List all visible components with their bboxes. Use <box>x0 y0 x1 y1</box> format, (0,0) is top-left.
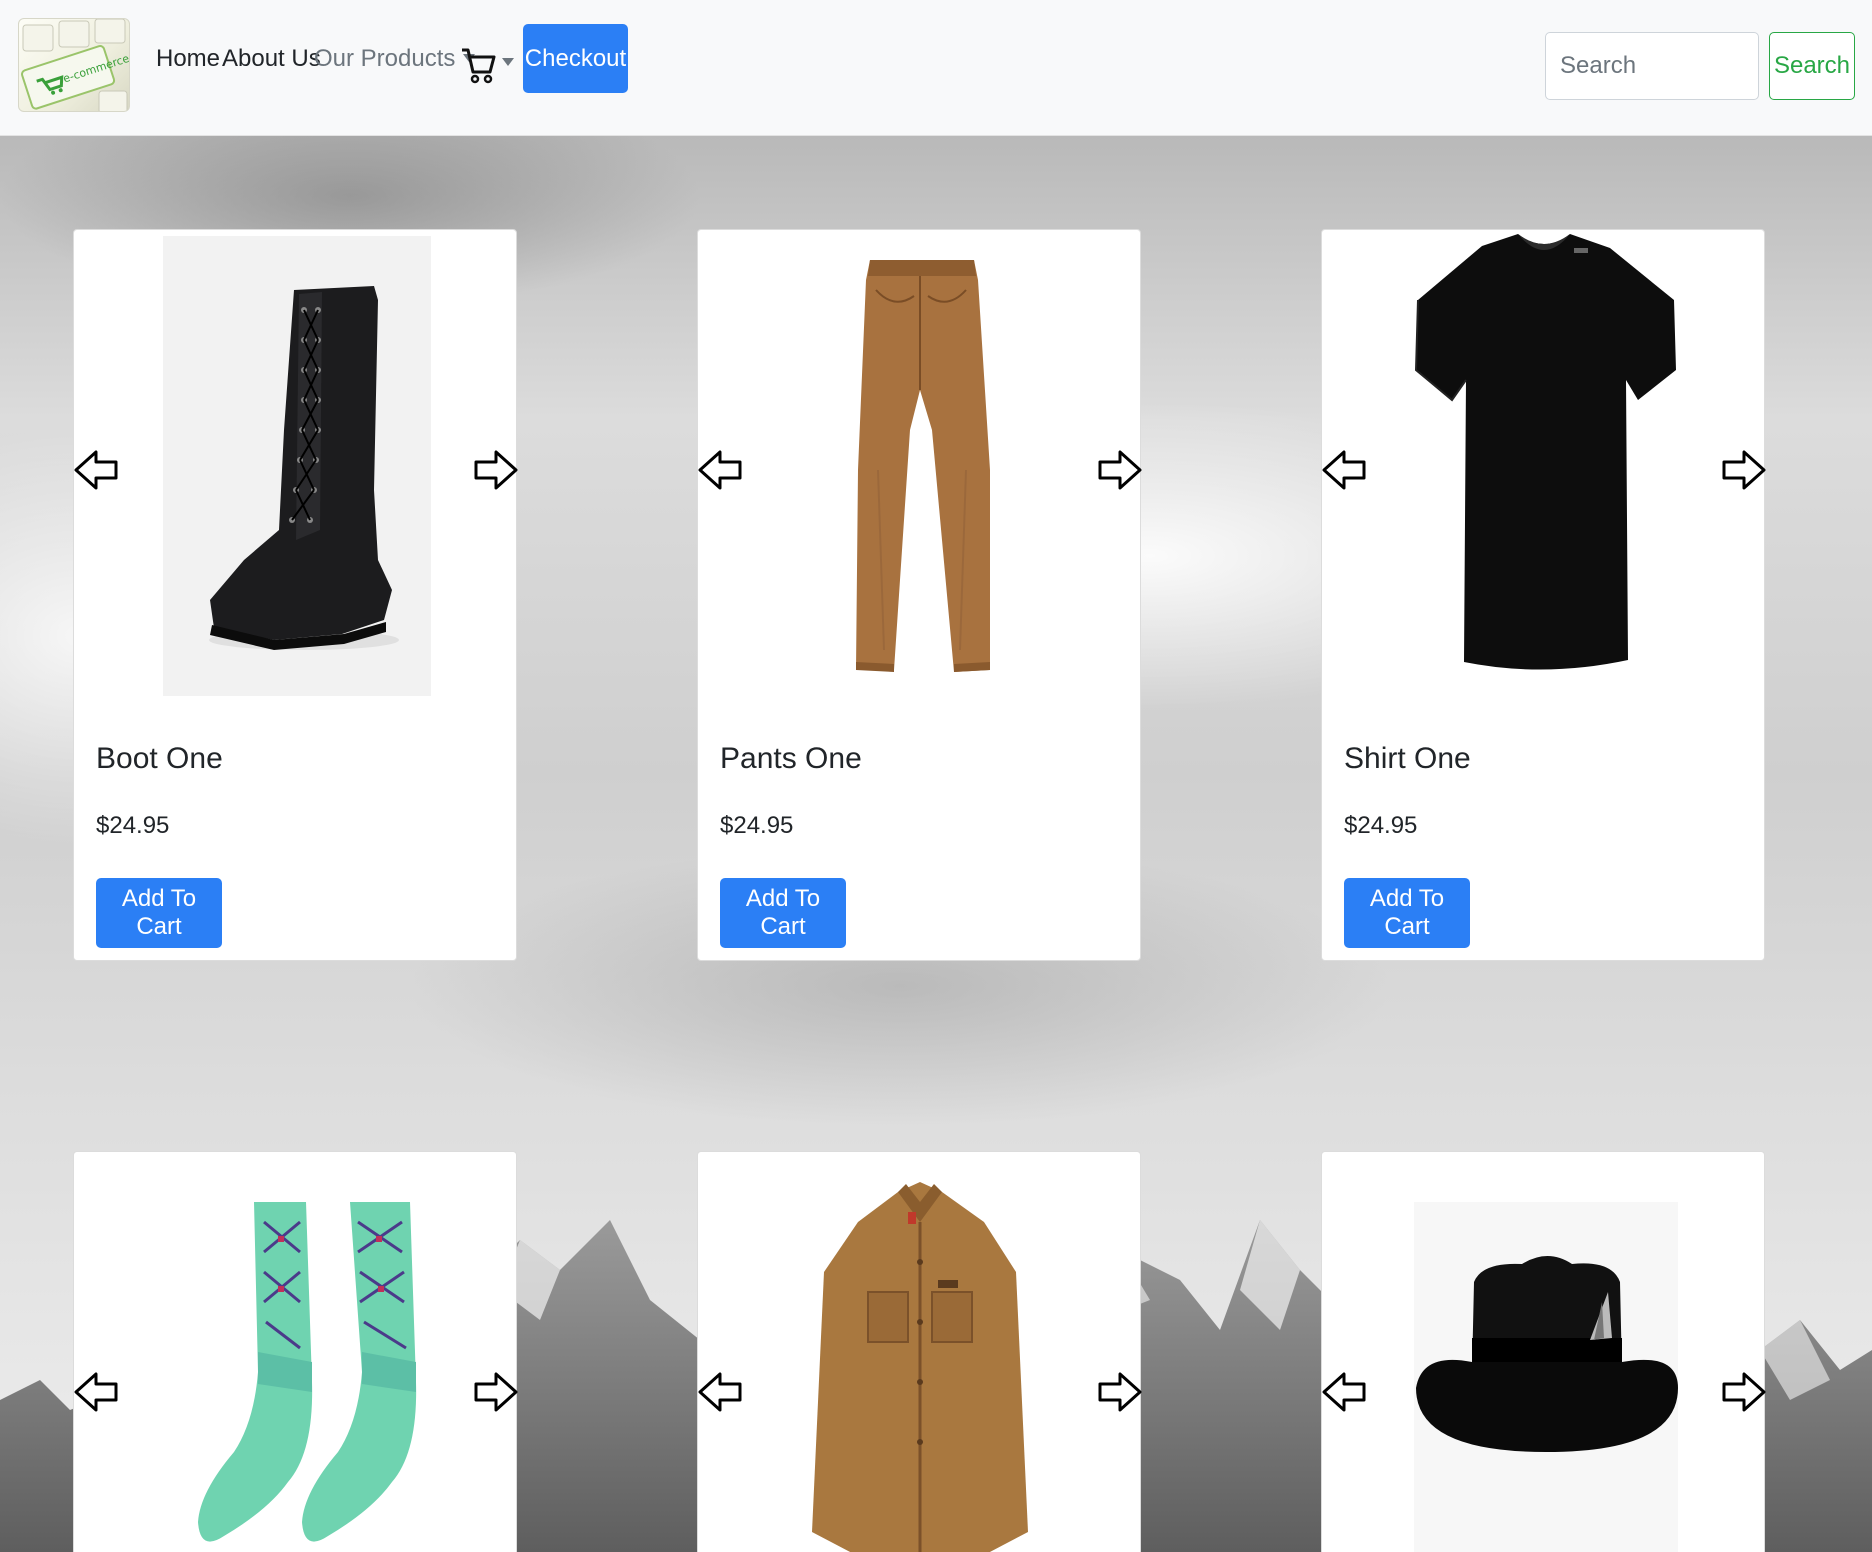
carousel-next-arrow-icon[interactable] <box>472 1368 520 1416</box>
black-fedora-hat-image <box>1414 1202 1678 1552</box>
add-to-cart-button[interactable]: Add To Cart <box>720 878 846 948</box>
carousel-next-arrow-icon[interactable] <box>1096 1368 1144 1416</box>
product-image <box>1322 1152 1766 1552</box>
black-t-shirt-image <box>1414 234 1676 670</box>
nav-products-dropdown[interactable]: Our Products <box>314 45 476 73</box>
nav-products-label: Our Products <box>314 45 456 72</box>
cart-dropdown-toggle[interactable] <box>460 46 516 90</box>
product-card-hat <box>1320 1151 1768 1552</box>
shopping-cart-icon <box>462 48 496 84</box>
product-card-pants-one: Pants One $24.95 Add To Cart <box>696 229 1144 961</box>
nav-home-link[interactable]: Home <box>156 45 220 73</box>
nav-about-link[interactable]: About Us <box>222 45 321 73</box>
product-price: $24.95 <box>1344 812 1418 839</box>
product-card-boot-one: Boot One $24.95 Add To Cart <box>72 229 520 961</box>
product-card-socks <box>72 1151 520 1552</box>
site-logo[interactable]: e-commerce <box>18 18 130 112</box>
product-image <box>698 1152 1142 1552</box>
product-card-shirt-one: Shirt One $24.95 Add To Cart <box>1320 229 1768 961</box>
product-image <box>74 230 518 700</box>
product-price: $24.95 <box>96 812 170 839</box>
carousel-prev-arrow-icon[interactable] <box>1320 446 1368 494</box>
product-title: Shirt One <box>1344 742 1471 775</box>
carousel-prev-arrow-icon[interactable] <box>72 1368 120 1416</box>
carousel-next-arrow-icon[interactable] <box>1720 1368 1768 1416</box>
product-price: $24.95 <box>720 812 794 839</box>
carousel-prev-arrow-icon[interactable] <box>696 1368 744 1416</box>
search-input[interactable] <box>1545 32 1759 100</box>
search-button[interactable]: Search <box>1769 32 1855 100</box>
carousel-next-arrow-icon[interactable] <box>1720 446 1768 494</box>
cart-chevron-down-icon <box>502 58 514 66</box>
add-to-cart-button[interactable]: Add To Cart <box>96 878 222 948</box>
product-image <box>698 230 1142 700</box>
checkout-button[interactable]: Checkout <box>523 24 628 93</box>
carousel-next-arrow-icon[interactable] <box>1096 446 1144 494</box>
add-to-cart-button[interactable]: Add To Cart <box>1344 878 1470 948</box>
tan-jacket-image <box>812 1182 1028 1552</box>
product-card-jacket <box>696 1151 1144 1552</box>
product-image <box>1322 230 1766 700</box>
top-navbar: e-commerce Home About Us Our Products Ch… <box>0 0 1872 136</box>
tan-pants-image <box>856 260 990 672</box>
carousel-next-arrow-icon[interactable] <box>472 446 520 494</box>
product-image <box>74 1152 518 1552</box>
carousel-prev-arrow-icon[interactable] <box>1320 1368 1368 1416</box>
product-title: Boot One <box>96 742 223 775</box>
product-title: Pants One <box>720 742 862 775</box>
carousel-prev-arrow-icon[interactable] <box>72 446 120 494</box>
carousel-prev-arrow-icon[interactable] <box>696 446 744 494</box>
teal-patterned-socks-image <box>198 1202 417 1542</box>
black-lace-up-boot-image <box>163 236 431 696</box>
